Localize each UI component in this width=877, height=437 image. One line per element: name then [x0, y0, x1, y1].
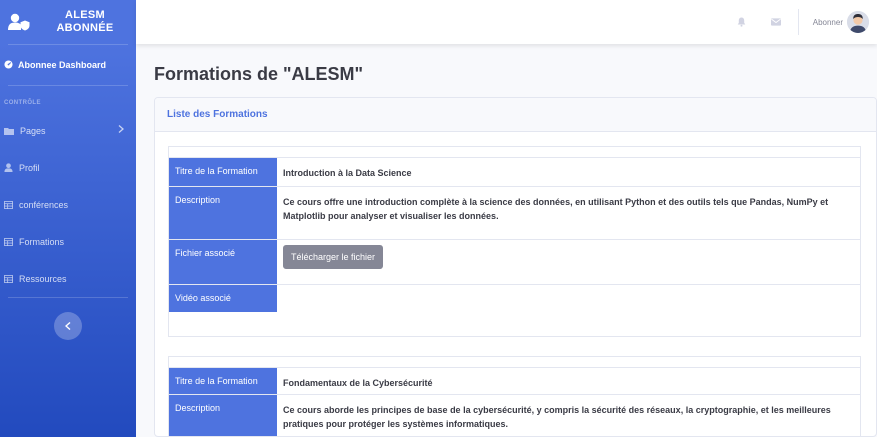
- formations-card: Liste des Formations Titre de la Formati…: [154, 97, 877, 437]
- dashboard-icon: [4, 59, 13, 71]
- download-file-button[interactable]: Télécharger le fichier: [283, 245, 384, 269]
- bell-icon[interactable]: [730, 17, 754, 27]
- formation-file-row: Fichier associé Télécharger le fichier: [169, 239, 860, 284]
- sidebar-item-label: Abonnee Dashboard: [18, 60, 107, 70]
- description-label: Description: [169, 187, 277, 239]
- user-shield-icon: [4, 7, 34, 37]
- topbar-actions: Abonner: [730, 0, 877, 44]
- topbar: Abonner: [136, 0, 877, 44]
- card-title: Liste des Formations: [167, 109, 268, 120]
- formation-title-row: Titre de la Formation Introduction à la …: [169, 157, 860, 186]
- description-label: Description: [169, 395, 277, 436]
- sidebar-brand[interactable]: ALESM ABONNÉE: [0, 0, 136, 44]
- sidebar-heading: CONTRÔLE: [4, 100, 41, 106]
- sidebar-item-conferences[interactable]: conférences: [0, 186, 136, 223]
- file-cell: Télécharger le fichier: [277, 240, 860, 284]
- sidebar-item-ressources[interactable]: Ressources: [0, 260, 136, 297]
- video-label: Vidéo associé: [169, 285, 277, 312]
- sidebar-item-label: Formations: [19, 236, 65, 247]
- table-icon: [4, 274, 13, 283]
- sidebar-toggle-button[interactable]: [54, 312, 82, 340]
- envelope-icon[interactable]: [764, 18, 788, 26]
- card-header: Liste des Formations: [155, 98, 876, 132]
- sidebar-item-profil[interactable]: Profil: [0, 149, 136, 186]
- avatar[interactable]: [847, 11, 869, 33]
- title-label: Titre de la Formation: [169, 368, 277, 394]
- sidebar-item-dashboard[interactable]: Abonnee Dashboard: [0, 45, 136, 85]
- sidebar-item-pages[interactable]: Pages: [0, 112, 136, 149]
- topbar-divider: [797, 9, 799, 35]
- page-title: Formations de "ALESM": [154, 64, 364, 84]
- title-label: Titre de la Formation: [169, 158, 277, 186]
- formation-description: Ce cours aborde les principes de base de…: [283, 405, 831, 429]
- sidebar: ALESM ABONNÉE Abonnee Dashboard CONTRÔLE…: [0, 0, 136, 437]
- file-label: Fichier associé: [169, 240, 277, 284]
- brand-line-1: ALESM: [65, 9, 105, 21]
- sidebar-divider: [8, 297, 128, 298]
- chevron-right-icon: [118, 125, 124, 135]
- formation-block: Titre de la Formation Fondamentaux de la…: [168, 356, 861, 436]
- formation-block: Titre de la Formation Introduction à la …: [168, 146, 861, 337]
- formation-description: Ce cours offre une introduction complète…: [283, 197, 829, 221]
- formation-description-row: Description Ce cours aborde les principe…: [169, 394, 860, 436]
- sidebar-item-label: Ressources: [19, 273, 67, 284]
- user-icon: [4, 163, 13, 172]
- brand-name: ALESM ABONNÉE: [34, 9, 136, 35]
- table-icon: [4, 237, 13, 246]
- table-icon: [4, 200, 13, 209]
- sidebar-item-label: Pages: [20, 125, 46, 136]
- formation-video-row: Vidéo associé: [169, 284, 860, 312]
- formation-title-row: Titre de la Formation Fondamentaux de la…: [169, 367, 860, 394]
- formation-title: Introduction à la Data Science: [283, 168, 412, 178]
- sidebar-item-label: Profil: [19, 162, 40, 173]
- folder-icon: [4, 127, 14, 135]
- sidebar-item-formations[interactable]: Formations: [0, 223, 136, 260]
- brand-line-2: ABONNÉE: [56, 22, 114, 34]
- user-name[interactable]: Abonner: [813, 18, 843, 27]
- chevron-left-icon: [64, 317, 71, 335]
- formation-title: Fondamentaux de la Cybersécurité: [283, 378, 433, 388]
- formation-description-row: Description Ce cours offre une introduct…: [169, 186, 860, 239]
- sidebar-item-label: conférences: [19, 199, 69, 210]
- video-cell: [277, 285, 860, 312]
